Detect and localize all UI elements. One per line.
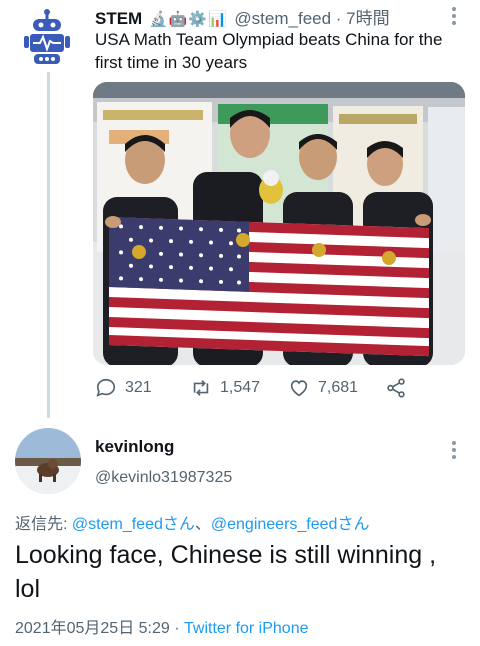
like-action[interactable]: 7,681 (288, 377, 358, 399)
tweet-source[interactable]: Twitter for iPhone (184, 620, 309, 637)
reply-author-handle[interactable]: @kevinlo31987325 (95, 469, 232, 487)
share-action[interactable] (385, 377, 407, 399)
user-avatar[interactable] (15, 428, 81, 494)
author-name-emoji: 🔬🤖⚙️📊 (148, 11, 228, 28)
tweet-actions: 321 1,547 7,681 (95, 377, 415, 401)
mention-stem-feed[interactable]: @stem_feedさん (72, 516, 195, 533)
replying-to: 返信先: @stem_feedさん、@engineers_feedさん (15, 510, 369, 534)
more-options-icon[interactable] (452, 438, 456, 462)
retweet-count: 1,547 (220, 379, 261, 396)
mention-engineers-feed[interactable]: @engineers_feedさん (211, 516, 370, 533)
reply-text: Looking face, Chinese is still winning ,… (15, 541, 437, 603)
retweet-icon (193, 380, 209, 396)
tweet-time[interactable]: · 7時間 (336, 9, 390, 28)
author-name[interactable]: STEM (95, 9, 142, 28)
reply-action[interactable]: 321 (95, 377, 152, 399)
tweet-meta: 2021年05月25日 5:29 · Twitter for iPhone (15, 614, 309, 638)
replying-to-prefix: 返信先: (15, 516, 72, 533)
tweet-text: USA Math Team Olympiad beats China for t… (95, 30, 443, 72)
thread-line (47, 72, 50, 418)
tweet-date[interactable]: 2021年05月25日 5:29 (15, 620, 170, 637)
tweet-header: STEM 🔬🤖⚙️📊 @stem_feed · 7時間 (95, 4, 390, 29)
author-handle[interactable]: @stem_feed (234, 9, 331, 28)
retweet-action[interactable]: 1,547 (190, 377, 260, 399)
replying-separator: 、 (194, 516, 211, 533)
heart-icon (290, 380, 308, 397)
tweet-photo[interactable] (93, 82, 465, 365)
reply-icon (96, 378, 116, 397)
meta-separator: · (169, 620, 184, 637)
more-options-icon[interactable] (452, 4, 456, 28)
robot-avatar-icon[interactable] (22, 8, 72, 66)
share-icon (387, 378, 405, 398)
reply-count: 321 (125, 379, 152, 396)
like-count: 7,681 (318, 379, 359, 396)
reply-author-name[interactable]: kevinlong (95, 437, 174, 457)
